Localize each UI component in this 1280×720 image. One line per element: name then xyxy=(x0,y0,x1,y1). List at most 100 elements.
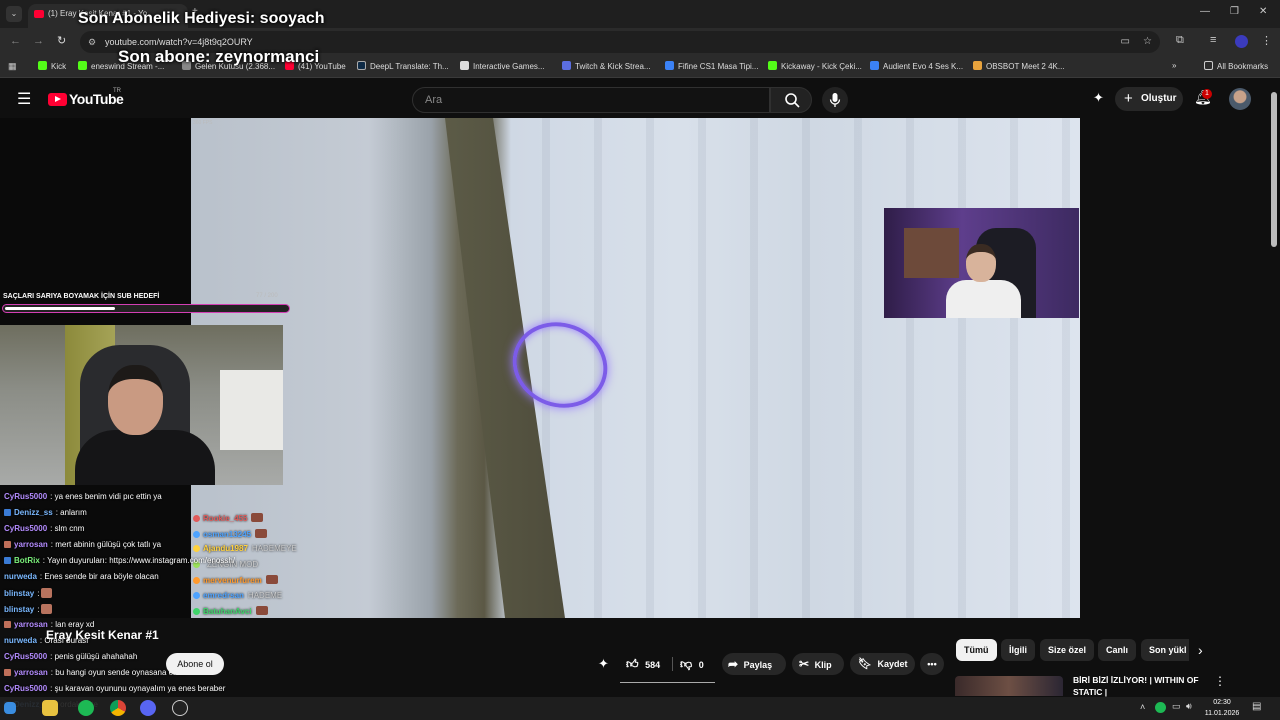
chat-message: blinstay: xyxy=(4,588,53,598)
tab-list-button[interactable]: ⌄ xyxy=(6,6,22,22)
notification-center-icon[interactable]: ▤ xyxy=(1252,701,1261,712)
obs-icon[interactable] xyxy=(172,700,188,716)
video-player[interactable]: 360 FPS SAÇLARI SARIYA BOYAMAK İÇİN SUB … xyxy=(0,118,1080,618)
chat-username[interactable]: CyRus5000 xyxy=(4,492,47,501)
emote-icon xyxy=(255,529,268,538)
chip-related[interactable]: İlgili xyxy=(1001,639,1035,661)
cast-icon[interactable]: ▭ xyxy=(1121,31,1130,53)
extensions-icon[interactable]: ⧉ xyxy=(1176,34,1184,47)
bookmark-item[interactable]: Kick xyxy=(38,61,66,71)
chat-username[interactable]: blinstay xyxy=(4,605,34,614)
account-avatar[interactable] xyxy=(1229,88,1251,110)
volume-icon[interactable]: 🔊︎ xyxy=(1186,701,1192,712)
sub-goal-count: 77 / 200 xyxy=(256,293,278,299)
chat-username[interactable]: blinstay xyxy=(4,589,34,598)
bookmark-item[interactable]: DeepL Translate: Th... xyxy=(357,61,449,71)
chat-username[interactable]: nurweda xyxy=(4,636,37,645)
page-scrollbar[interactable] xyxy=(1271,92,1277,247)
bookmark-item[interactable]: Fifine CS1 Masa Tipi... xyxy=(665,61,758,71)
browser-menu-icon[interactable]: ⋮ xyxy=(1261,34,1272,47)
recommended-title[interactable]: BİRİ BİZİ İZLİYOR! | WITHIN OF STATIC | xyxy=(1073,674,1213,698)
search-input[interactable]: Ara xyxy=(412,87,770,113)
save-button[interactable]: 🔖︎ Kaydet xyxy=(850,653,915,675)
gift-note: HADEMEYE xyxy=(251,544,297,553)
voice-search-button[interactable] xyxy=(822,87,848,113)
subscribe-button[interactable]: Abone ol xyxy=(166,653,224,675)
search-button[interactable] xyxy=(770,87,812,113)
check-icon xyxy=(870,61,879,70)
media-control-icon[interactable]: ≡ xyxy=(1210,34,1216,46)
chat-text: : Yayın duyuruları: https://www.instagra… xyxy=(42,556,236,565)
hamburger-menu-icon[interactable]: ☰ xyxy=(17,89,31,109)
chat-message: yarrosan: mert abinin gülüşü çok tatlı y… xyxy=(4,540,161,549)
close-window-icon[interactable]: ✕ xyxy=(1259,6,1267,17)
kick-icon xyxy=(38,61,47,70)
explorer-icon[interactable] xyxy=(42,700,58,716)
more-horizontal-icon: ••• xyxy=(927,659,937,669)
all-bookmarks[interactable]: All Bookmarks xyxy=(1204,61,1268,71)
bookmark-star-icon[interactable]: ☆ xyxy=(1143,31,1152,53)
like-button[interactable]: 👍︎ 584 xyxy=(626,653,660,676)
share-button[interactable]: ➦ Paylaş xyxy=(722,653,786,675)
chat-username[interactable]: Denizz_ss xyxy=(14,508,53,517)
forward-icon[interactable]: → xyxy=(33,35,44,47)
profile-icon[interactable] xyxy=(1235,35,1248,48)
plus-icon: + xyxy=(1124,90,1133,107)
chip-all[interactable]: Tümü xyxy=(956,639,997,661)
create-button[interactable]: + Oluştur xyxy=(1115,87,1183,111)
more-actions-button[interactable]: ••• xyxy=(920,653,944,675)
apps-grid-icon[interactable]: ▦ xyxy=(8,61,17,72)
reload-icon[interactable]: ↻ xyxy=(57,34,66,47)
deepl-icon xyxy=(357,61,366,70)
chip-recent[interactable]: Son yükl xyxy=(1141,639,1189,661)
clip-button[interactable]: ✂ Klip xyxy=(792,653,844,675)
search-icon xyxy=(785,93,800,108)
minimize-icon[interactable]: — xyxy=(1200,6,1210,17)
last-sub-alert: Son abone: zeynormanci xyxy=(118,47,320,66)
chip-live[interactable]: Canlı xyxy=(1098,639,1137,661)
back-icon[interactable]: ← xyxy=(10,35,21,47)
restore-icon[interactable]: ❐ xyxy=(1230,6,1239,17)
window xyxy=(220,370,283,450)
bookmark-item[interactable]: Twitch & Kick Strea... xyxy=(562,61,651,71)
chat-username[interactable]: CyRus5000 xyxy=(4,684,47,693)
system-clock[interactable]: 02:30 11.01.2026 xyxy=(1200,697,1244,719)
chat-username[interactable]: yarrosan xyxy=(14,668,48,677)
chip-for-you[interactable]: Size özel xyxy=(1040,639,1095,661)
bookmark-item[interactable]: Interactive Games... xyxy=(460,61,545,71)
chat-username[interactable]: CyRus5000 xyxy=(4,652,47,661)
tray-chevron-icon[interactable]: ˄ xyxy=(1140,702,1145,712)
check-icon xyxy=(665,61,674,70)
ask-ai-icon[interactable]: ✦ xyxy=(598,656,609,672)
network-icon[interactable]: ▭ xyxy=(1172,701,1181,712)
chat-username[interactable]: yarrosan xyxy=(14,540,48,549)
gift-username: emredrsan xyxy=(203,591,244,600)
chat-text: : slm cnm xyxy=(50,524,85,533)
dislike-button[interactable]: 👎︎ 0 xyxy=(680,653,704,676)
spotify-tray-icon[interactable] xyxy=(1155,702,1166,713)
recommended-thumbnail[interactable] xyxy=(955,676,1063,696)
bookmark-item[interactable]: Audient Evo 4 Ses K... xyxy=(870,61,963,71)
discord-icon[interactable] xyxy=(140,700,156,716)
chat-username[interactable]: yarrosan xyxy=(14,620,48,629)
gift-badge-icon xyxy=(193,592,200,599)
bookmark-item[interactable]: OBSBOT Meet 2 4K... xyxy=(973,61,1065,71)
chat-badge-icon xyxy=(4,669,11,676)
gemini-sparkle-icon[interactable]: ✦ xyxy=(1093,90,1104,106)
chevron-right-icon[interactable]: › xyxy=(1198,642,1203,658)
like-count: 584 xyxy=(645,660,661,670)
dislike-count: 0 xyxy=(698,660,704,670)
chat-text: : şu karavan oyununu oynayalım ya enes b… xyxy=(50,684,226,693)
spotify-icon[interactable] xyxy=(78,700,94,716)
chat-username[interactable]: CyRus5000 xyxy=(4,524,47,533)
chat-text: : ya enes benim vidi pıc ettin ya xyxy=(50,492,162,501)
chat-username[interactable]: nurweda xyxy=(4,572,37,581)
chrome-icon[interactable] xyxy=(110,700,126,716)
recommended-menu-icon[interactable]: ⋮ xyxy=(1214,674,1226,688)
start-icon[interactable] xyxy=(4,702,16,714)
more-bookmarks-icon[interactable]: » xyxy=(1172,61,1176,70)
chat-username[interactable]: BotRix xyxy=(14,556,40,565)
site-info-icon[interactable]: ⚙ xyxy=(88,31,96,53)
bookmark-item[interactable]: Kickaway - Kick Çeki... xyxy=(768,61,862,71)
like-divider xyxy=(672,657,673,671)
